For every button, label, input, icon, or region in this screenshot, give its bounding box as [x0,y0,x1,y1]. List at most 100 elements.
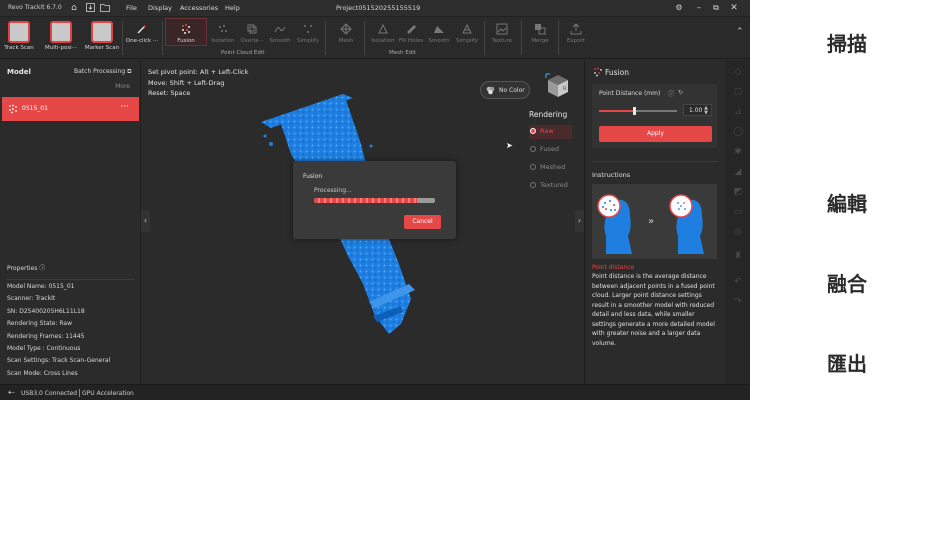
fusion-button[interactable]: Fusion [165,18,207,46]
track-scan-label: Track Scan [4,45,34,51]
crop-icon[interactable]: ◩ [732,186,744,198]
settings-icon[interactable]: ⚙ [672,2,686,14]
point-distance-value: 1.00 [689,107,703,114]
instructions-title: Instructions [592,171,631,179]
one-click-label: One-click ··· [125,38,159,44]
folder-icon[interactable] [100,3,110,13]
rendering-option-label: Meshed [540,163,566,171]
more-link[interactable]: More [115,83,130,90]
smooth-button[interactable]: Smooth [266,19,294,57]
frame-icon[interactable]: ▢ [732,86,744,98]
track-scan-button[interactable]: Track Scan [3,19,35,57]
view-cube[interactable]: R [542,70,572,100]
status-bar: ⇠ USB3.0 Connected GPU Acceleration [0,384,750,400]
undo-icon[interactable]: ↶ [732,276,744,288]
point-distance-description: Point distance is the average distance b… [592,273,715,347]
gear-icon[interactable]: ✱ [732,146,744,158]
measure-icon[interactable]: ⊿ [732,106,744,118]
3d-viewport[interactable]: Set pivot point: Alt + Left-Click Move: … [141,60,584,384]
no-color-toggle[interactable]: No Color [480,81,530,99]
apply-button[interactable]: Apply [599,126,712,142]
fusion-panel-title: Fusion [605,68,629,77]
slider-fill [599,110,635,112]
import-icon[interactable] [85,3,95,13]
toolbar: Track Scan Multi-posi··· Marker Scan One… [0,17,750,59]
dialog-status: Processing... [314,187,352,194]
point-distance-label: Point Distance (mm) [599,90,661,97]
wand-icon [137,24,147,34]
model-list-item[interactable]: 0515_01 ··· [2,97,139,121]
side-label-fusion: 融合 [827,272,867,296]
point-cloud-icon [9,104,17,114]
property-rendering-frames: Rendering Frames: 11445 [7,333,85,340]
model-panel-title: Model [7,68,31,76]
reset-icon[interactable]: ↻ [678,89,685,96]
mesh-button[interactable]: Mesh [333,19,359,57]
cancel-button[interactable]: Cancel [404,215,441,229]
minimize-icon[interactable]: – [692,2,706,14]
title-bar: Revo TrackIt 6.7.0 ⌂ File Display Access… [0,0,750,17]
marker-scan-button[interactable]: Marker Scan [84,19,120,57]
rendering-option-meshed[interactable]: Meshed [529,161,572,175]
properties-title-label: Properties [7,265,38,272]
model-options-icon[interactable]: ··· [120,102,129,112]
rendering-option-raw[interactable]: Raw [529,125,572,139]
comment-icon[interactable]: ◯ [732,126,744,138]
collapse-right-panel-button[interactable]: › [575,210,584,232]
toolbar-divider [162,21,163,55]
toolbar-divider [364,21,365,55]
export-button[interactable]: Export [562,19,590,57]
toolbar-divider [558,21,559,55]
redo-icon[interactable]: ↷ [732,296,744,308]
isolation-label: Isolation [211,38,235,44]
properties-divider [7,279,135,280]
menu-accessories[interactable]: Accessories [180,4,218,12]
fusion-icon [594,67,602,77]
point-distance-slider[interactable] [599,107,677,115]
merge-button[interactable]: Merge [526,19,554,57]
lock-icon[interactable]: ▭ [732,206,744,218]
toolbar-divider [122,21,123,55]
fusion-illustration: » [597,194,704,254]
home-icon[interactable]: ⌂ [69,3,79,13]
info-icon[interactable]: ⓘ [39,265,45,272]
close-icon[interactable]: ✕ [727,2,741,14]
texture-button[interactable]: Texture [487,19,517,57]
menu-display[interactable]: Display [148,4,172,12]
fill-holes-icon [407,25,416,34]
pin-icon[interactable]: ♜ [732,250,744,262]
plane-icon[interactable]: ◢ [732,166,744,178]
property-scan-settings: Scan Settings: Track Scan-General [7,357,111,364]
one-click-button[interactable]: One-click ··· [124,19,160,57]
fill-holes-label: Fill Holes [398,38,424,44]
menu-help[interactable]: Help [225,4,240,12]
search-icon[interactable]: ◎ [732,226,744,238]
slider-thumb[interactable] [633,107,637,115]
simplify-button[interactable]: Simplify [293,19,323,57]
collapse-left-panel-button[interactable]: ‹ [141,210,150,232]
collapse-toolbar-icon[interactable]: ⌃ [736,27,744,37]
fusion-icon [182,24,190,34]
radio-icon [530,164,536,170]
rendering-option-label: Raw [540,127,554,135]
rendering-option-fused[interactable]: Fused [529,143,572,157]
app-window: Revo TrackIt 6.7.0 ⌂ File Display Access… [0,0,750,400]
batch-processing-link[interactable]: Batch Processing ⧉ [74,68,131,76]
stepper-icon[interactable]: ▲ ▼ [704,106,708,116]
marker-scan-icon [91,21,113,43]
menu-file[interactable]: File [126,4,137,12]
point-distance-input[interactable]: 1.00 ▲ ▼ [683,104,712,116]
rendering-option-textured[interactable]: Textured [529,179,572,193]
merge-label: Merge [531,38,549,44]
usb-status: USB3.0 Connected [21,390,78,397]
rendering-title: Rendering [529,110,568,119]
multi-position-button[interactable]: Multi-posi··· [43,19,79,57]
restore-icon[interactable]: ⧉ [709,2,723,14]
chevron-left-icon: ‹ [143,216,148,225]
point-cloud-edit-group-label: Point Cloud Edit [221,50,265,56]
info-icon[interactable]: ⓘ [668,89,675,98]
mesh-smooth-button[interactable]: Smooth [426,19,452,57]
tag-icon[interactable]: ◇ [732,66,744,78]
mesh-simplify-button[interactable]: Simplify [453,19,481,57]
fusion-panel: Fusion Point Distance (mm) ⓘ ↻ 1.00 ▲ ▼ A… [584,60,726,384]
